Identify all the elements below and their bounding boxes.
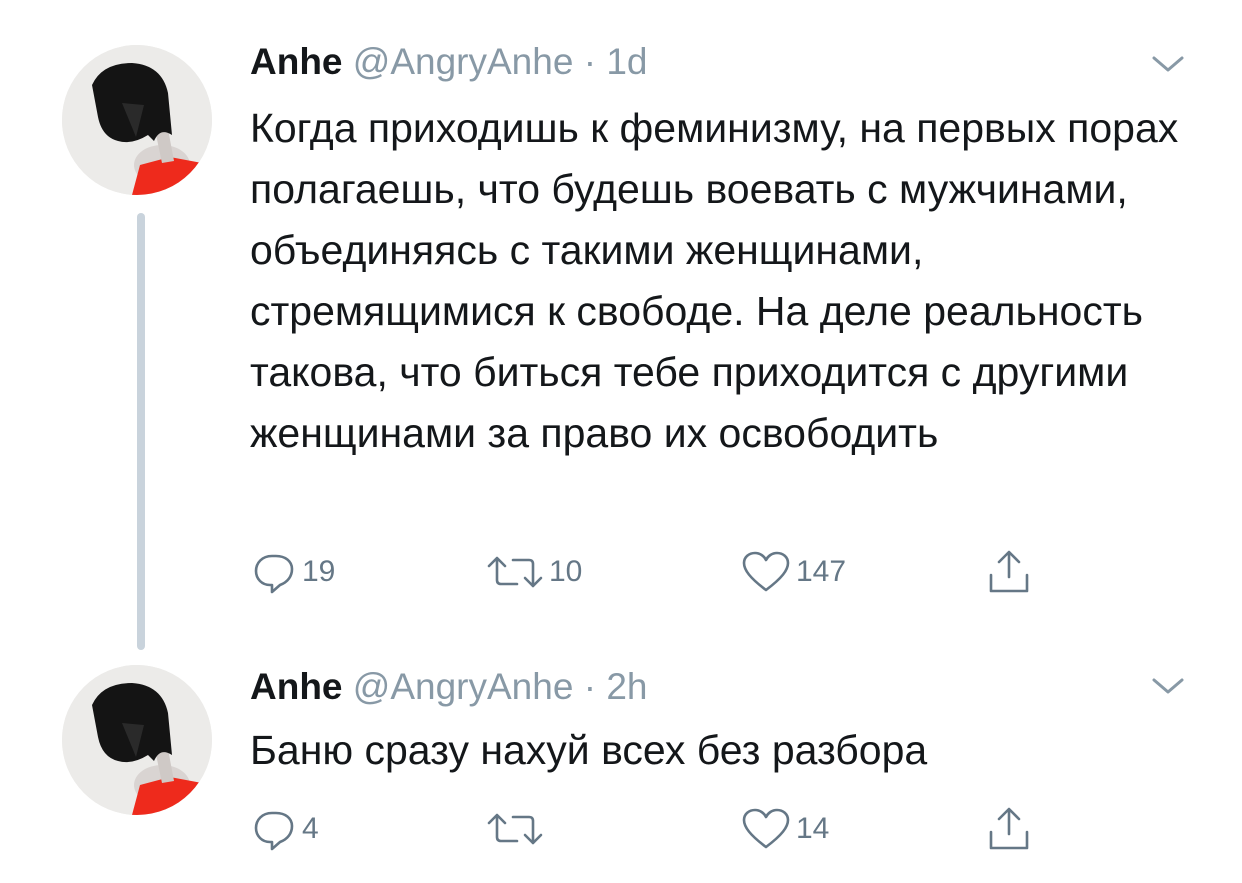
reply-icon bbox=[250, 805, 298, 853]
share-icon bbox=[985, 804, 1033, 854]
tweet-time[interactable]: 1d bbox=[606, 41, 647, 82]
avatar[interactable] bbox=[62, 45, 212, 195]
tweet-text: Когда приходишь к феминизму, на первых п… bbox=[250, 105, 1179, 456]
like-button[interactable]: 14 bbox=[740, 805, 829, 853]
chevron-down-icon[interactable] bbox=[1148, 50, 1188, 78]
tweet-2[interactable]: Anhe @AngryAnhe · 2h Баню сразу нахуй вс… bbox=[0, 650, 1242, 883]
tweet-header: Anhe @AngryAnhe · 2h bbox=[250, 665, 647, 709]
meta-separator: · bbox=[583, 41, 597, 82]
tweet-header: Anhe @AngryAnhe · 1d bbox=[250, 40, 647, 84]
author-name[interactable]: Anhe bbox=[250, 41, 343, 82]
tweet-1[interactable]: Anhe @AngryAnhe · 1d Когда приходишь к ф… bbox=[0, 0, 1242, 650]
reply-button[interactable]: 4 bbox=[250, 805, 319, 853]
avatar[interactable] bbox=[62, 665, 212, 815]
retweet-button[interactable]: 10 bbox=[485, 548, 582, 596]
share-icon bbox=[985, 547, 1033, 597]
share-button[interactable] bbox=[985, 805, 1033, 853]
reply-count: 4 bbox=[302, 812, 319, 845]
tweet-text: Баню сразу нахуй всех без разбора bbox=[250, 727, 928, 773]
meta-separator: · bbox=[583, 666, 597, 707]
chevron-down-icon[interactable] bbox=[1148, 672, 1188, 700]
tweet-actions: 4 14 bbox=[250, 805, 1150, 853]
retweet-count: 10 bbox=[549, 555, 583, 588]
reply-count: 19 bbox=[302, 555, 336, 588]
retweet-icon bbox=[485, 548, 545, 596]
heart-icon bbox=[740, 805, 792, 853]
like-button[interactable]: 147 bbox=[740, 548, 846, 596]
heart-icon bbox=[740, 548, 792, 596]
retweet-button[interactable] bbox=[485, 805, 549, 853]
like-count: 14 bbox=[796, 812, 830, 845]
tweet-actions: 19 10 147 bbox=[250, 548, 1150, 596]
author-name[interactable]: Anhe bbox=[250, 666, 343, 707]
reply-button[interactable]: 19 bbox=[250, 548, 335, 596]
reply-icon bbox=[250, 548, 298, 596]
retweet-icon bbox=[485, 805, 545, 853]
tweet-time[interactable]: 2h bbox=[606, 666, 647, 707]
author-handle[interactable]: @AngryAnhe bbox=[353, 666, 574, 707]
share-button[interactable] bbox=[985, 548, 1033, 596]
author-handle[interactable]: @AngryAnhe bbox=[353, 41, 574, 82]
like-count: 147 bbox=[796, 555, 847, 588]
